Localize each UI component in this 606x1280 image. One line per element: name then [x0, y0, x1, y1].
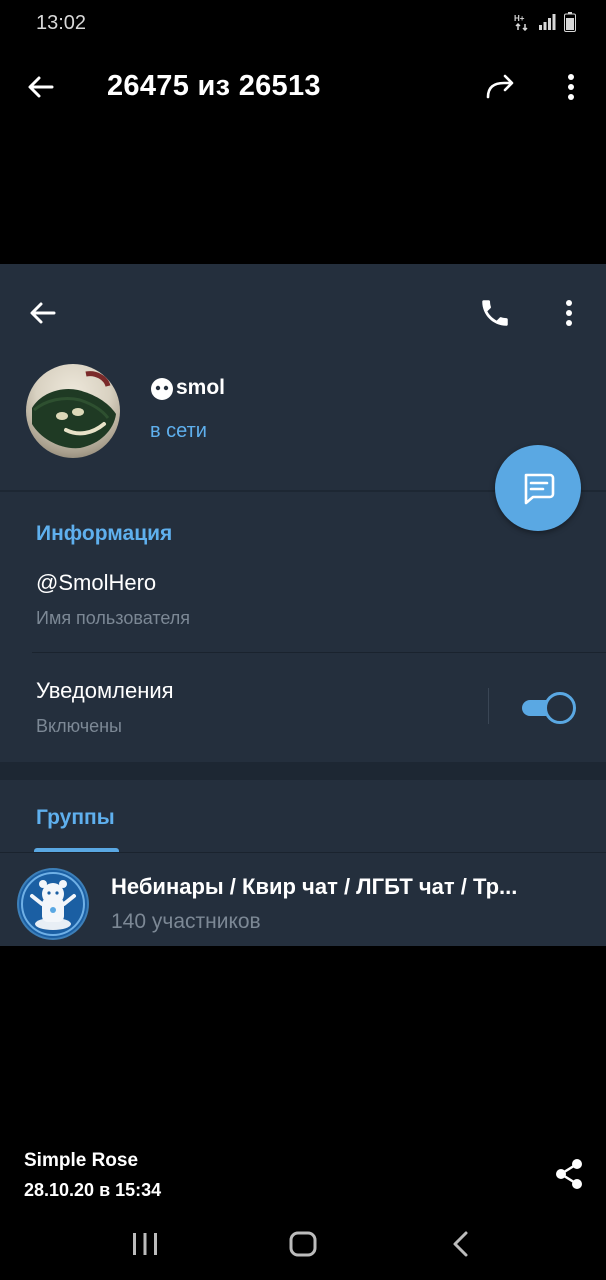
battery-icon: [564, 12, 576, 32]
notifications-title[interactable]: Уведомления: [36, 678, 174, 704]
network-type-icon: H+: [514, 13, 530, 31]
avatar[interactable]: [26, 364, 120, 458]
username-value[interactable]: @SmolHero: [36, 570, 156, 596]
sender-name: Simple Rose: [24, 1150, 139, 1171]
group-avatar[interactable]: [17, 868, 89, 940]
message-icon: [519, 469, 557, 507]
nav-back-icon[interactable]: [448, 1230, 474, 1258]
divider: [488, 688, 489, 724]
status-time: 13:02: [36, 12, 87, 34]
tab-groups[interactable]: Группы: [36, 806, 115, 830]
signal-icon: [538, 13, 556, 31]
divider: [32, 652, 606, 653]
home-icon[interactable]: [287, 1230, 319, 1258]
viewer-counter: 26475 из 26513: [107, 70, 321, 102]
info-title: Информация: [36, 522, 173, 545]
notifications-toggle[interactable]: [520, 692, 576, 724]
notifications-state: Включены: [36, 716, 122, 736]
groups-section: Группы Небинары / Квир чат / ЛГБТ чат / …: [0, 780, 606, 946]
svg-text:H+: H+: [514, 14, 525, 23]
phone-icon[interactable]: [478, 296, 512, 330]
info-section: Информация @SmolHero Имя пользователя Ув…: [0, 492, 606, 762]
toggle-knob: [544, 692, 576, 724]
status-icons: H+: [514, 12, 576, 32]
more-vert-icon[interactable]: [560, 72, 582, 102]
face-emoji-icon: [150, 376, 174, 400]
group-members: 140 участников: [111, 910, 261, 933]
message-button[interactable]: [495, 445, 581, 531]
profile-name: smol: [176, 376, 226, 399]
telegram-profile-screenshot: smol в сети Информация @SmolHero Имя пол…: [0, 264, 606, 946]
back-arrow-icon[interactable]: [28, 298, 58, 328]
back-arrow-icon[interactable]: [26, 72, 56, 102]
sender-date: 28.10.20 в 15:34: [24, 1180, 162, 1200]
forward-icon[interactable]: [484, 72, 516, 102]
group-title[interactable]: Небинары / Квир чат / ЛГБТ чат / Тр...: [111, 874, 561, 900]
share-icon[interactable]: [554, 1158, 584, 1190]
recents-icon[interactable]: [130, 1230, 160, 1258]
username-label: Имя пользователя: [36, 608, 191, 628]
divider: [0, 852, 606, 853]
online-status: в сети: [150, 420, 207, 442]
more-vert-icon[interactable]: [558, 298, 580, 328]
profile-name-row: smol: [150, 376, 225, 400]
